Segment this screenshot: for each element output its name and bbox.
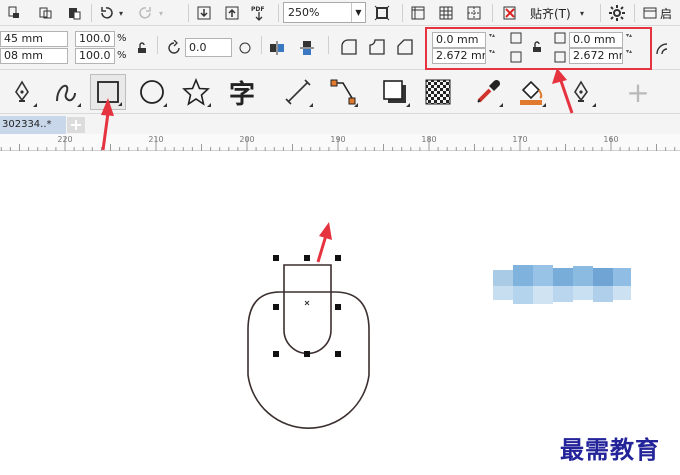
chamfered-corner-icon[interactable] — [396, 38, 414, 56]
full-screen-icon[interactable] — [372, 3, 392, 23]
ruler-label: 190 — [330, 135, 346, 144]
chevron-down-icon[interactable]: ▼ — [351, 3, 365, 22]
text-tool-icon[interactable]: 字 — [224, 74, 260, 110]
scale-y-unit: % — [117, 50, 127, 61]
zoom-level-value: 250% — [288, 6, 320, 19]
open-document-icon[interactable] — [36, 3, 56, 23]
launch-application-icon[interactable] — [640, 3, 660, 23]
separator — [278, 4, 279, 22]
scalloped-corner-icon[interactable] — [368, 38, 386, 56]
separator — [157, 36, 158, 54]
scale-x-unit: % — [117, 33, 127, 44]
snap-dropdown-icon[interactable]: ▾ — [577, 3, 587, 23]
show-rulers-icon[interactable] — [408, 3, 428, 23]
connector-tool-icon[interactable] — [325, 74, 361, 110]
star-tool-icon[interactable] — [178, 74, 214, 110]
separator — [91, 4, 92, 22]
lock-ratio-icon[interactable] — [133, 39, 151, 57]
color-eyedropper-tool-icon[interactable] — [470, 74, 506, 110]
position-x-field[interactable]: 45 mm — [0, 31, 68, 47]
redo-dropdown-icon[interactable]: ▾ — [156, 3, 166, 23]
snap-to-menu[interactable]: 贴齐(T) — [530, 5, 571, 22]
ruler-label: 200 — [239, 135, 255, 144]
separator — [492, 4, 493, 22]
launch-label[interactable]: 启 — [660, 5, 672, 22]
separator — [600, 4, 601, 22]
transparency-tool-icon[interactable] — [420, 74, 456, 110]
rotation-icon — [165, 39, 183, 57]
separator — [328, 36, 329, 54]
toolbox: 字 + — [0, 70, 680, 114]
add-tool-icon[interactable]: + — [620, 74, 656, 110]
rectangle-tool-icon[interactable] — [90, 74, 126, 110]
ruler-label: 180 — [421, 135, 437, 144]
mirror-horizontal-icon[interactable] — [268, 39, 286, 57]
freehand-curve-tool-icon[interactable] — [48, 74, 84, 110]
watermark-text: 最需教育 — [560, 435, 660, 464]
pdf-label: PDF — [251, 6, 265, 13]
drop-shadow-tool-icon[interactable] — [377, 74, 413, 110]
corner-radius-highlight — [425, 27, 652, 70]
show-grid-icon[interactable] — [436, 3, 456, 23]
relative-corner-scaling-icon[interactable] — [654, 39, 672, 57]
scale-y-field[interactable]: 100.0 — [75, 48, 115, 64]
ruler-label: 160 — [603, 135, 619, 144]
scale-x-field[interactable]: 100.0 — [75, 31, 115, 47]
export-pdf-button[interactable]: PDF — [249, 3, 269, 23]
interactive-fill-tool-icon[interactable] — [513, 74, 549, 110]
standard-toolbar: ▾ ▾ PDF 250% ▼ 贴齐(T) ▾ 启 — [0, 0, 680, 26]
drawing-canvas[interactable] — [0, 151, 680, 475]
snap-off-icon[interactable] — [500, 3, 520, 23]
separator — [261, 36, 262, 54]
new-tab-button[interactable]: + — [67, 117, 85, 133]
separator — [402, 4, 403, 22]
horizontal-ruler[interactable]: 220 210 200 190 180 170 160 — [0, 134, 680, 151]
document-tab[interactable]: 302334..* — [0, 116, 66, 134]
ruler-label: 220 — [57, 135, 73, 144]
redo-icon[interactable] — [136, 3, 156, 23]
zoom-level-select[interactable]: 250% ▼ — [283, 2, 366, 23]
ellipse-tool-icon[interactable] — [134, 74, 170, 110]
round-corner-icon[interactable] — [340, 38, 358, 56]
separator — [188, 4, 189, 22]
document-tab-strip: 302334..* + — [0, 114, 680, 134]
options-gear-icon[interactable] — [607, 3, 627, 23]
position-y-field[interactable]: 08 mm — [0, 48, 68, 64]
import-icon[interactable] — [194, 3, 214, 23]
paste-icon[interactable] — [64, 3, 84, 23]
show-guidelines-icon[interactable] — [464, 3, 484, 23]
undo-dropdown-icon[interactable]: ▾ — [116, 3, 126, 23]
ruler-label: 170 — [512, 135, 528, 144]
export-icon[interactable] — [222, 3, 242, 23]
separator — [634, 4, 635, 22]
pen-tool-icon[interactable] — [4, 74, 40, 110]
dimension-tool-icon[interactable] — [280, 74, 316, 110]
degree-circle-icon — [236, 39, 254, 57]
ruler-label: 210 — [148, 135, 164, 144]
mirror-vertical-icon[interactable] — [298, 39, 316, 57]
rotation-angle-field[interactable]: 0.0 — [185, 38, 232, 57]
undo-icon[interactable] — [96, 3, 116, 23]
new-document-icon[interactable] — [4, 3, 24, 23]
smart-fill-pen-icon[interactable] — [563, 74, 599, 110]
